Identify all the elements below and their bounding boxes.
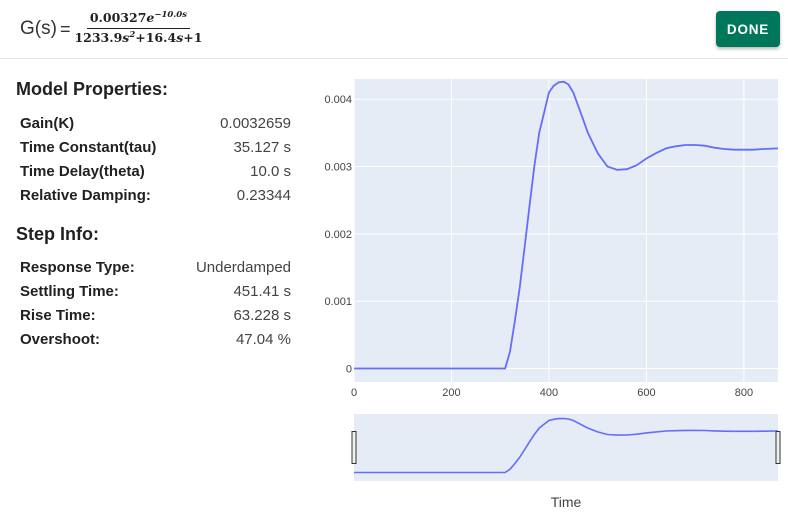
x-tick-label: 400 — [540, 387, 558, 399]
x-tick-label: 600 — [637, 387, 655, 399]
plot-area[interactable] — [354, 79, 778, 382]
y-tick-label: 0.004 — [324, 94, 352, 106]
step-response-chart[interactable]: 0 200 400 600 800 0 0.001 0.002 0.003 0.004 Time — [0, 0, 788, 513]
x-tick-label: 800 — [735, 387, 753, 399]
y-tick-label: 0.003 — [324, 162, 352, 174]
x-axis-title: Time — [551, 494, 582, 510]
range-slider-right-handle[interactable] — [775, 431, 781, 464]
range-slider-left-handle[interactable] — [351, 431, 357, 464]
y-tick-label: 0.001 — [324, 296, 352, 308]
y-tick-label: 0 — [346, 364, 352, 376]
range-slider[interactable] — [354, 414, 778, 481]
x-tick-label: 0 — [351, 387, 357, 399]
x-tick-label: 200 — [442, 387, 460, 399]
y-tick-label: 0.002 — [324, 229, 352, 241]
